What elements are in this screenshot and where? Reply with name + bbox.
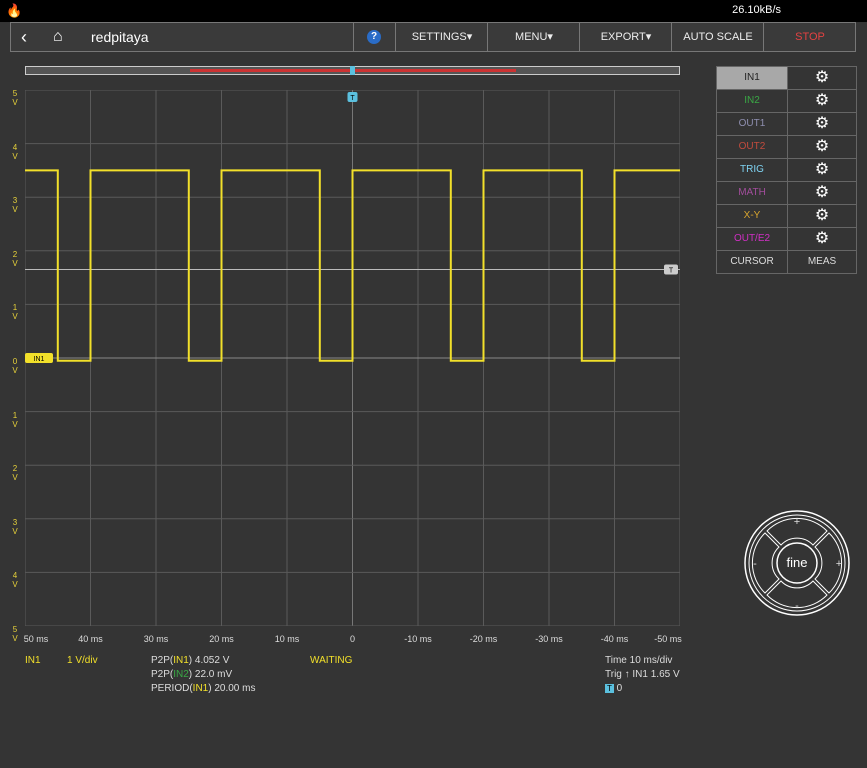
channel-row-out-e2: OUT/E2 ⚙: [716, 227, 857, 251]
gear-icon[interactable]: ⚙: [788, 136, 856, 158]
gear-icon[interactable]: ⚙: [788, 67, 856, 89]
y-tick-label: 3V: [12, 517, 18, 536]
svg-text:T: T: [669, 268, 674, 275]
channel-toggle-out2[interactable]: OUT2: [717, 136, 788, 158]
x-tick-label: 20 ms: [209, 634, 234, 644]
x-tick-label: 40 ms: [78, 634, 103, 644]
channel-row-trig: TRIG ⚙: [716, 158, 857, 182]
gear-icon[interactable]: ⚙: [788, 182, 856, 204]
y-tick-label: 0V: [12, 357, 18, 375]
cursor-meas-row: CURSOR MEAS: [716, 250, 857, 274]
timeline-overview[interactable]: [25, 66, 680, 75]
y-tick-label: 1V: [12, 303, 18, 322]
channel-row-x-y: X-Y ⚙: [716, 204, 857, 228]
channel-toggle-out-e2[interactable]: OUT/E2: [717, 228, 788, 250]
signal-line-in1: [25, 169, 680, 362]
fine-label: fine: [787, 555, 808, 570]
export-button[interactable]: EXPORT▾: [579, 23, 672, 51]
x-tick-label: -10 ms: [404, 634, 432, 644]
meas-p2p-in1: P2P(IN1) 4.052 V: [151, 655, 230, 666]
channel-row-out1: OUT1 ⚙: [716, 112, 857, 136]
meas-button[interactable]: MEAS: [788, 251, 856, 273]
brand-logo[interactable]: redpitaya: [91, 23, 149, 51]
signal-trace: [25, 169, 680, 362]
stop-button[interactable]: STOP: [763, 23, 856, 51]
channel-toggle-out1[interactable]: OUT1: [717, 113, 788, 135]
channel-toggle-in1[interactable]: IN1: [717, 67, 788, 89]
channel-row-in2: IN2 ⚙: [716, 89, 857, 113]
channel-toggle-x-y[interactable]: X-Y: [717, 205, 788, 227]
y-tick-label: 4V: [12, 142, 18, 161]
y-tick-label: 5V: [12, 89, 18, 107]
channel-panel: IN1 ⚙ IN2 ⚙ OUT1 ⚙ OUT2 ⚙ TRIG ⚙ MATH ⚙ X-Y ⚙ OUT/E2 ⚙ C…: [716, 66, 857, 274]
y-tick-label: 4V: [12, 571, 18, 590]
y-tick-label: 5V: [12, 625, 18, 643]
x-tick-label: -30 ms: [535, 634, 563, 644]
fine-plus-top: +: [794, 516, 800, 528]
autoscale-button[interactable]: AUTO SCALE: [671, 23, 764, 51]
y-tick-label: 2V: [12, 249, 18, 268]
timeline-trigger-mark: [350, 66, 355, 75]
meas-period: PERIOD(IN1) 20.00 ms: [151, 683, 256, 694]
trigger-position: T 0: [605, 683, 623, 694]
y-tick-label: 2V: [12, 464, 18, 483]
svg-text:IN1: IN1: [34, 356, 45, 363]
net-speed: 26.10kB/s: [732, 4, 781, 16]
channel-toggle-in2[interactable]: IN2: [717, 90, 788, 112]
status-bar: 🔥 26.10kB/s: [0, 0, 867, 22]
menu-button[interactable]: MENU▾: [487, 23, 580, 51]
navbar: ‹ ⌂ redpitaya ? SETTINGS▾ MENU▾ EXPORT▾ …: [10, 22, 856, 52]
channel-toggle-trig[interactable]: TRIG: [717, 159, 788, 181]
gear-icon[interactable]: ⚙: [788, 113, 856, 135]
channel-row-math: MATH ⚙: [716, 181, 857, 205]
volts-per-div: 1 V/div: [67, 655, 98, 666]
svg-text:T: T: [350, 95, 355, 102]
home-icon[interactable]: ⌂: [53, 23, 63, 51]
x-tick-label: -20 ms: [469, 634, 498, 644]
fine-control-wheel[interactable]: fine + + - -: [743, 509, 851, 617]
active-channel: IN1: [25, 655, 41, 666]
y-tick-label: 3V: [12, 196, 18, 215]
x-tick-label: 30 ms: [143, 634, 169, 644]
x-tick-label: 10 ms: [274, 634, 300, 644]
fine-minus-left: -: [753, 558, 757, 570]
channel-toggle-math[interactable]: MATH: [717, 182, 788, 204]
x-tick-label: -50 ms: [654, 634, 682, 644]
meas-p2p-in2: P2P(IN2) 22.0 mV: [151, 669, 233, 680]
acquisition-state: WAITING: [310, 655, 353, 666]
fine-plus-right: +: [836, 558, 842, 570]
oscilloscope-plot[interactable]: T T IN1: [25, 90, 680, 626]
trigger-info: Trig ↑ IN1 1.65 V: [605, 669, 680, 680]
cursor-button[interactable]: CURSOR: [717, 251, 788, 273]
channel-row-in1: IN1 ⚙: [716, 66, 857, 90]
channel-row-out2: OUT2 ⚙: [716, 135, 857, 159]
help-icon[interactable]: ?: [367, 30, 381, 44]
settings-button[interactable]: SETTINGS▾: [395, 23, 488, 51]
in1-offset-marker: IN1: [25, 353, 53, 363]
time-per-div: Time 10 ms/div: [605, 655, 673, 666]
y-tick-label: 1V: [12, 410, 18, 429]
x-tick-label: 0: [349, 634, 356, 644]
trigger-time-marker: T: [347, 92, 358, 102]
x-tick-label: -40 ms: [600, 634, 629, 644]
trigger-position-icon: T: [605, 684, 614, 693]
gear-icon[interactable]: ⚙: [788, 159, 856, 181]
gear-icon[interactable]: ⚙: [788, 90, 856, 112]
gear-icon[interactable]: ⚙: [788, 205, 856, 227]
app-icon: 🔥: [6, 3, 23, 18]
back-icon[interactable]: ‹: [21, 23, 27, 51]
x-tick-label: 50 ms: [23, 634, 49, 644]
trigger-level-marker: T: [664, 264, 678, 275]
gear-icon[interactable]: ⚙: [788, 228, 856, 250]
fine-minus-bottom: -: [795, 600, 799, 612]
